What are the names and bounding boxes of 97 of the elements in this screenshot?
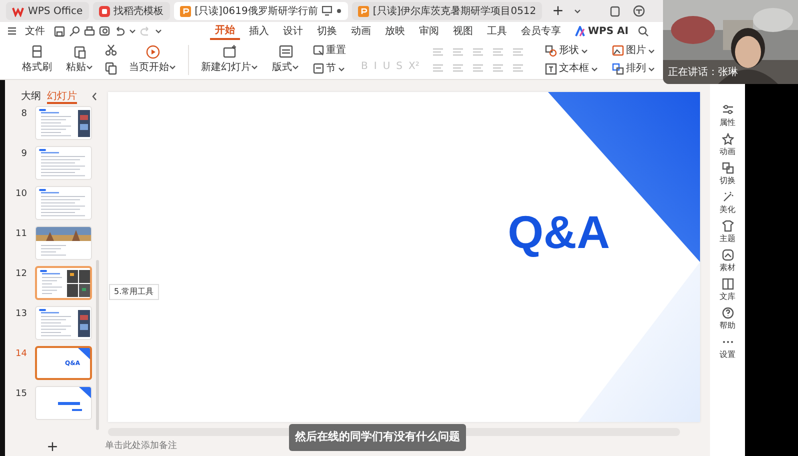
- ribbon-button[interactable]: 版式: [270, 44, 301, 74]
- panel-tab[interactable]: 幻灯片: [47, 89, 77, 104]
- menu-tab[interactable]: 工具: [482, 22, 512, 40]
- menu-tab[interactable]: 放映: [380, 22, 410, 40]
- monitor-icon: [322, 6, 332, 16]
- theme-icon[interactable]: [633, 5, 645, 17]
- slide-thumbnail[interactable]: [35, 266, 92, 300]
- slide-number: 12: [14, 268, 27, 281]
- menu-tab[interactable]: 插入: [244, 22, 274, 40]
- window-tab[interactable]: [只读]0619俄罗斯研学行前: [174, 2, 348, 20]
- dot-icon: [336, 8, 342, 14]
- preview-icon[interactable]: [99, 26, 110, 36]
- menu-tab[interactable]: 视图: [448, 22, 478, 40]
- ribbon-button[interactable]: 节: [311, 60, 348, 76]
- new-tab-button[interactable]: +: [546, 2, 570, 20]
- slide-number: 15: [14, 388, 27, 401]
- side-tool-button[interactable]: 设置: [720, 336, 736, 361]
- slide-number: 9: [20, 148, 27, 161]
- arrange-icon: [612, 62, 624, 74]
- window-tab[interactable]: 找稻壳模板: [92, 2, 170, 20]
- presentation-icon: [180, 6, 191, 16]
- transition-icon: [722, 162, 734, 174]
- copy-icon[interactable]: [105, 62, 117, 75]
- image-icon: [612, 44, 624, 56]
- search-icon[interactable]: [638, 26, 649, 36]
- menu-tab[interactable]: 设计: [278, 22, 308, 40]
- tooltip: 5.常用工具: [109, 284, 159, 300]
- caret-icon: [129, 28, 136, 34]
- file-menu[interactable]: 文件: [20, 22, 50, 40]
- section-icon: [313, 63, 324, 74]
- ribbon-button[interactable]: 新建幻灯片: [199, 44, 260, 74]
- side-tool-button[interactable]: 属性: [720, 104, 736, 129]
- ai-logo-icon: [575, 26, 585, 36]
- chevron-left-icon: [91, 92, 98, 101]
- caret-icon: [574, 8, 581, 14]
- properties-icon: [722, 104, 734, 116]
- menu-tab[interactable]: 会员专享: [516, 22, 566, 40]
- panel-tab[interactable]: 大纲: [21, 89, 41, 104]
- play-icon: [146, 44, 160, 58]
- save-icon[interactable]: [54, 26, 65, 36]
- side-tool-button[interactable]: 素材: [720, 249, 736, 274]
- text-box-icon: [545, 62, 557, 74]
- ribbon-button[interactable]: 图片: [610, 42, 657, 58]
- menu-icon[interactable]: [8, 27, 16, 35]
- ribbon-button[interactable]: 文本框: [543, 60, 600, 76]
- ribbon-button[interactable]: 排列: [610, 60, 657, 76]
- menu-tab[interactable]: 切换: [312, 22, 342, 40]
- presentation-icon: [358, 6, 369, 16]
- slide-title: Q&A: [508, 209, 610, 255]
- cut-icon[interactable]: [105, 44, 117, 56]
- slide-number: 13: [14, 308, 27, 321]
- format-brush-icon: [30, 44, 44, 58]
- menu-tab[interactable]: 审阅: [414, 22, 444, 40]
- subtitle-caption: 然后在线的同学们有没有什么问题: [289, 424, 466, 450]
- side-tool-button[interactable]: 美化: [720, 191, 736, 216]
- slide-preview-drawing: [36, 307, 91, 339]
- side-tool-button[interactable]: 动画: [720, 133, 736, 158]
- ribbon-button[interactable]: 重置: [311, 42, 348, 58]
- menu-tab[interactable]: 动画: [346, 22, 376, 40]
- side-tool-button[interactable]: 文库: [720, 278, 736, 303]
- slide-number: 11: [14, 228, 27, 241]
- shape-icon: [545, 44, 557, 56]
- magic-wand-icon: [722, 191, 734, 203]
- slide-number: 10: [14, 188, 27, 201]
- restore-icon[interactable]: [609, 6, 621, 16]
- shirt-icon: [722, 220, 734, 232]
- star-icon: [722, 133, 734, 145]
- help-icon: [722, 307, 734, 319]
- side-tool-button[interactable]: 切换: [720, 162, 736, 187]
- ribbon-button[interactable]: 格式刷: [20, 44, 54, 74]
- ai-button[interactable]: WPS AI: [570, 22, 634, 40]
- add-slide-button[interactable]: +: [42, 440, 62, 454]
- title-bar-drawing: [58, 402, 82, 411]
- slide-preview-drawing: [37, 268, 90, 298]
- slide-number: 14: [14, 348, 27, 361]
- window-tab[interactable]: WPS Office: [6, 2, 89, 20]
- logo-icon: [12, 6, 24, 16]
- paste-icon: [72, 44, 86, 58]
- speaker-label: 正在讲话：张琳: [668, 66, 738, 80]
- layout-icon: [278, 44, 292, 58]
- ribbon-button[interactable]: 形状: [543, 42, 600, 58]
- template-icon: [98, 6, 110, 16]
- slide-number: 8: [20, 108, 27, 121]
- slide-preview-drawing: [36, 107, 91, 139]
- print-icon[interactable]: [84, 26, 95, 36]
- window-tab[interactable]: [只读]伊尔库茨克暑期研学项目0512: [352, 2, 542, 20]
- ribbon-button[interactable]: 粘贴: [64, 44, 95, 74]
- ribbon-button[interactable]: 当页开始: [127, 44, 178, 74]
- new-slide-icon: [222, 44, 236, 58]
- caret-icon: [155, 28, 162, 34]
- undo-icon[interactable]: [114, 26, 125, 36]
- corner-decoration: [79, 387, 91, 400]
- side-tool-button[interactable]: 主题: [720, 220, 736, 245]
- notes-placeholder[interactable]: 单击此处添加备注: [105, 436, 177, 454]
- reset-icon: [313, 45, 324, 56]
- side-tool-button[interactable]: 帮助: [720, 307, 736, 332]
- library-icon: [722, 278, 734, 290]
